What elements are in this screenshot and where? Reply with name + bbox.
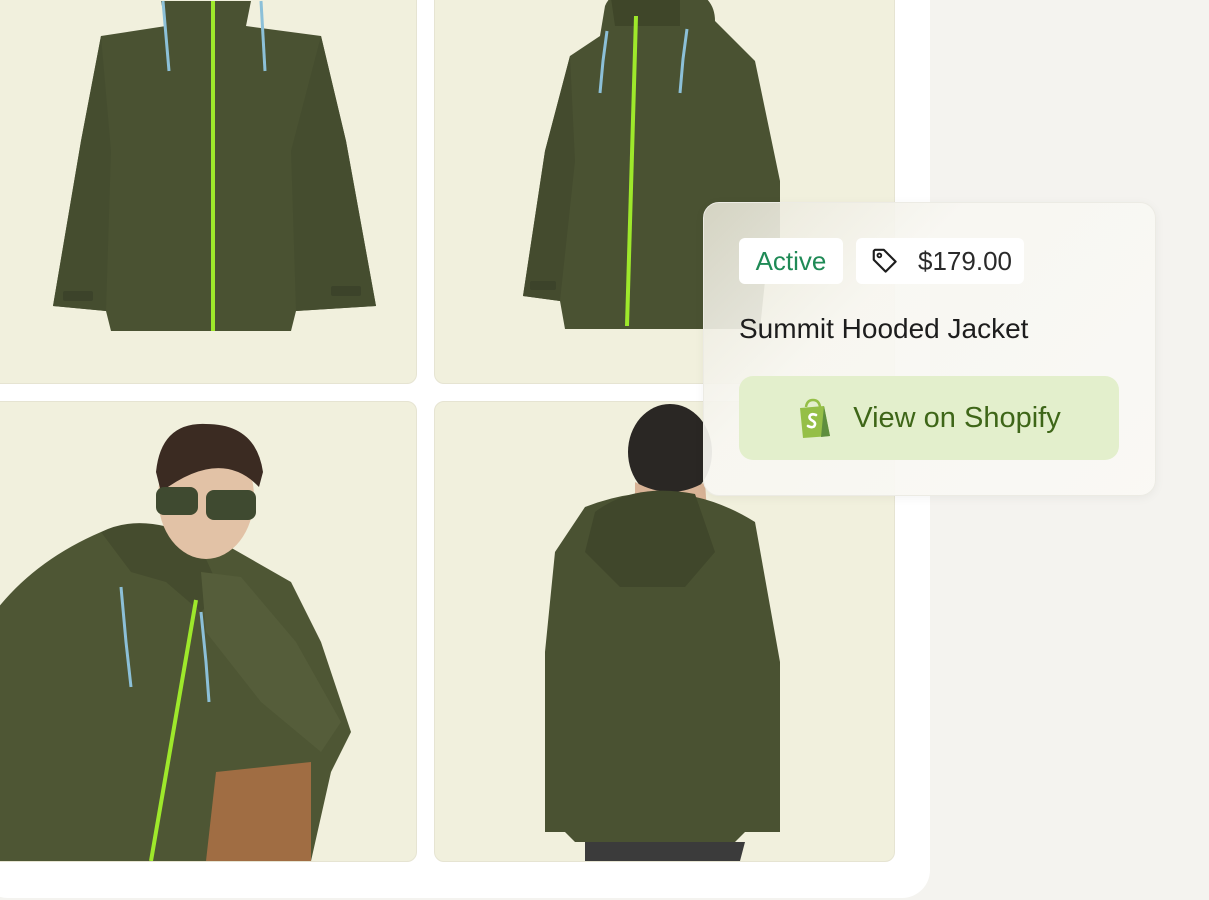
product-summary-card: Active $179.00 Summit Hooded Jacket View…: [703, 202, 1156, 496]
view-on-shopify-button[interactable]: View on Shopify: [739, 376, 1119, 460]
price-label: $179.00: [918, 245, 1012, 276]
model-seated-illustration: [0, 423, 351, 861]
product-image-model-seated[interactable]: [0, 401, 417, 862]
product-image-jacket-front[interactable]: [0, 0, 417, 384]
product-title: Summit Hooded Jacket: [739, 313, 1029, 344]
status-label: Active: [755, 245, 827, 276]
shopify-bag-icon: [800, 398, 831, 438]
status-badge: Active: [739, 238, 843, 284]
price-badge: $179.00: [856, 238, 1024, 284]
tag-icon: [872, 248, 897, 273]
jacket-front-illustration: [53, 0, 376, 331]
view-on-shopify-label: View on Shopify: [853, 401, 1061, 434]
